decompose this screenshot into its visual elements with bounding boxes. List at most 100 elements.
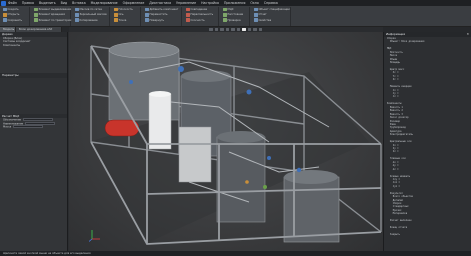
ribbon: Создать Открыть Сохранить Элемент выдавл… [0,6,471,27]
mirror-button[interactable]: Зеркальный массив [75,13,107,17]
concentric-button[interactable]: Соосность [186,18,205,22]
save-label: Сохранить [7,18,23,22]
report-button[interactable]: Отчет [254,13,267,17]
display-mode-icon[interactable] [242,27,246,32]
save-button[interactable]: Сохранить [3,18,22,22]
menu-design[interactable]: Оформление [123,1,145,5]
array-label: Массив по сетке [79,8,103,11]
ribbon-group-body: Элемент выдавливания Элемент вращения Эл… [31,7,71,26]
model-render [89,41,382,245]
check-button[interactable]: Проверка [223,18,241,22]
mirror-label: Зеркальный массив [79,13,107,17]
plane-icon [114,7,118,12]
new-button[interactable]: Создать [3,7,19,12]
revolve-button[interactable]: Элемент вращения [34,13,65,17]
mass-button[interactable]: МЦХ [223,7,234,12]
add-component-button[interactable]: Добавить компонент [145,7,179,12]
spec-icon [254,7,258,12]
rotate-view-icon[interactable] [220,27,224,32]
copy-label: Копирование [79,18,98,22]
move-button[interactable]: Переместить [145,13,168,17]
parallel-button[interactable]: Параллельность [186,13,213,17]
sweep-label: Элемент по траектории [38,18,72,22]
measure-button[interactable]: Расстояние [223,13,243,17]
ribbon-group-aux-geometry: Плоскость Ось Точка [111,7,141,26]
component-icon [145,7,149,12]
pan-icon[interactable] [214,27,218,32]
prop-field[interactable] [13,125,44,129]
mirror-icon [75,13,79,17]
check-icon [223,18,227,22]
ribbon-group-components: Добавить компонент Переместить Повернуть [142,7,182,26]
concentric-icon [186,18,190,22]
extrude-button[interactable]: Элемент выдавливания [34,7,72,12]
menu-settings[interactable]: Настройка [201,1,219,5]
copy-button[interactable]: Копирование [75,18,98,22]
close-icon[interactable]: ✕ [467,32,469,37]
status-text: Щелкните левой кнопкой мыши на объекте д… [3,252,91,255]
prop-field[interactable] [25,121,56,125]
menu-apps[interactable]: Приложения [224,1,245,5]
section-icon[interactable] [236,27,240,32]
array-button[interactable]: Массив по сетке [75,7,103,12]
plane-button[interactable]: Плоскость [114,7,133,12]
props-button[interactable]: Свойства [254,18,271,22]
orientation-icon[interactable] [231,27,235,32]
axis-triad-icon [89,230,100,242]
fit-icon[interactable] [225,27,229,32]
coincident-button[interactable]: Совпадение [186,7,208,12]
menu-select[interactable]: Выделить [39,1,56,5]
point-button[interactable]: Точка [114,18,126,22]
layers-icon[interactable] [258,27,262,32]
menu-window[interactable]: Окно [250,1,258,5]
extrude-label: Элемент выдавливания [38,8,72,11]
props-icon [254,18,258,22]
tree-body [0,47,67,73]
spec-button[interactable]: Объект спецификации [254,7,290,12]
zoom-icon[interactable] [209,27,213,32]
add-component-label: Добавить компонент [149,8,179,11]
app-logo-icon [1,0,6,6]
props-label: Свойства [258,18,272,22]
status-bar: Щелкните левой кнопкой мыши на объекте д… [0,251,471,256]
rotate-label: Повернуть [149,18,165,22]
menu-help[interactable]: Справка [264,1,278,5]
menu-insert[interactable]: Вставка [72,1,86,5]
open-icon [3,13,7,17]
menu-modeling[interactable]: Моделирование [91,1,118,5]
rotate-button[interactable]: Повернуть [145,18,164,22]
coincident-label: Совпадение [190,8,208,11]
open-label: Открыть [7,13,20,17]
plane-label: Плоскость [118,8,133,11]
open-button[interactable]: Открыть [3,13,19,17]
revolve-label: Элемент вращения [38,13,65,17]
ribbon-group-array: Массив по сетке Зеркальный массив Копиро… [72,7,110,26]
ribbon-group-diagnostics: МЦХ Расстояние Проверка [220,7,250,26]
report-text: Сборка Объект: Блок дозирования МЦХ Плотн… [384,37,471,250]
left-panel: Дерево Сборка (Блок) Системы координат К… [0,32,68,256]
sweep-button[interactable]: Элемент по траектории [34,18,71,22]
menu-file[interactable]: Файл [8,1,17,5]
axis-button[interactable]: Ось [114,13,124,17]
shading-icon[interactable] [247,27,251,32]
sweep-icon [34,18,38,22]
app-window: Файл Правка Выделить Вид Вставка Моделир… [0,0,471,256]
menu-diagnostics[interactable]: Диагностика [149,1,171,5]
point-label: Точка [118,18,127,22]
menu-view[interactable]: Вид [61,1,67,5]
move-label: Переместить [149,13,168,17]
array-icon [75,7,79,12]
copy-icon [75,18,79,22]
move-icon [145,13,149,17]
point-icon [114,18,118,22]
rotate-icon [145,18,149,22]
3d-viewport[interactable] [69,32,383,251]
prop-field[interactable] [23,118,53,122]
measure-label: Расстояние [227,13,244,17]
report-label: Отчет [258,13,267,17]
menu-edit[interactable]: Правка [22,1,34,5]
menu-manage[interactable]: Управление [176,1,196,5]
parallel-label: Параллельность [190,13,214,17]
prop-row: Масса [0,125,67,129]
filter-icon[interactable] [253,27,257,32]
